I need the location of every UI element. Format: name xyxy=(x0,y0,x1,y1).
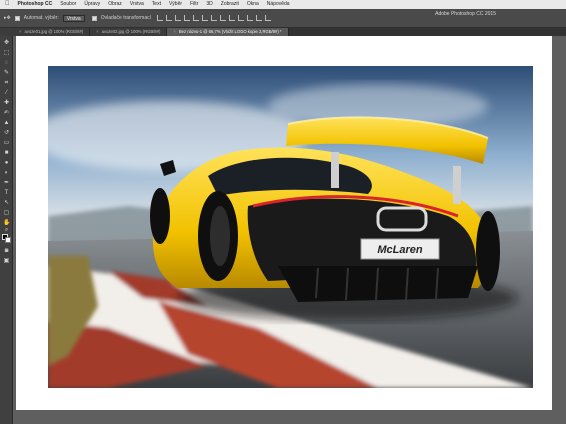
document-tab-bar: × avoze01.jpg @ 100% (RGB/8#) × avoze02.… xyxy=(13,28,566,36)
quick-select-icon[interactable]: ✎ xyxy=(3,70,10,76)
app-window-title: Adobe Photoshop CC 2015 xyxy=(435,11,496,17)
menu-item-napoveda[interactable]: Nápověda xyxy=(267,0,290,9)
tab-document-1[interactable]: × avoze01.jpg @ 100% (RGB/8#) xyxy=(13,28,91,36)
background-color-swatch[interactable] xyxy=(5,237,11,243)
crop-icon[interactable]: ⌗ xyxy=(3,80,10,86)
align-right-icon[interactable] xyxy=(202,15,209,21)
autoselect-checkbox[interactable] xyxy=(14,15,20,21)
menu-item-vrstva[interactable]: Vrstva xyxy=(130,0,144,9)
shape-icon[interactable]: ▢ xyxy=(3,210,10,216)
tab-close-icon[interactable]: × xyxy=(19,28,21,36)
move-tool-preset-icon[interactable]: ▸✥ xyxy=(4,15,11,21)
screen-mode-icon[interactable]: ▣ xyxy=(3,258,10,264)
lasso-icon[interactable]: ◌ xyxy=(3,60,10,66)
tab-close-icon[interactable]: × xyxy=(96,28,98,36)
dodge-icon[interactable]: ◐ xyxy=(3,170,10,176)
align-buttons xyxy=(157,15,272,21)
tab-close-icon[interactable]: × xyxy=(173,28,175,36)
history-brush-icon[interactable]: ↺ xyxy=(3,130,10,136)
pen-icon[interactable]: ✒ xyxy=(3,180,10,186)
tab-label: avoze02.jpg @ 100% (RGB/8#) xyxy=(101,29,161,34)
menu-item-soubor[interactable]: Soubor xyxy=(60,0,76,9)
document-canvas[interactable]: McLaren xyxy=(16,36,552,410)
menu-item-zobrazit[interactable]: Zobrazit xyxy=(221,0,239,9)
align-middle-icon[interactable] xyxy=(166,15,173,21)
tab-document-2[interactable]: × avoze02.jpg @ 100% (RGB/8#) xyxy=(90,28,168,36)
autoselect-label: Automat. výběr: xyxy=(23,15,59,21)
distribute-left-icon[interactable] xyxy=(238,15,245,21)
brush-icon[interactable]: ✍ xyxy=(3,110,10,116)
menu-item-upravy[interactable]: Úpravy xyxy=(84,0,100,9)
healing-icon[interactable]: ✚ xyxy=(3,100,10,106)
menu-bar:  Photoshop CC Soubor Úpravy Obraz Vrstv… xyxy=(0,0,566,9)
tab-document-3[interactable]: × Bez názvu-1 @ 66,7% (Vložit LOGO kopie… xyxy=(167,28,289,36)
distribute-middle-icon[interactable] xyxy=(220,15,227,21)
path-select-icon[interactable]: ↖ xyxy=(3,200,10,206)
distribute-center-icon[interactable] xyxy=(247,15,254,21)
car-photo-layer[interactable]: McLaren xyxy=(48,66,533,388)
type-icon[interactable]: T xyxy=(3,190,10,196)
auto-align-icon[interactable] xyxy=(265,15,272,21)
align-top-icon[interactable] xyxy=(157,15,164,21)
marquee-icon[interactable]: ⬚ xyxy=(3,50,10,56)
distribute-bottom-icon[interactable] xyxy=(229,15,236,21)
align-center-icon[interactable] xyxy=(193,15,200,21)
distribute-right-icon[interactable] xyxy=(256,15,263,21)
quick-mask-icon[interactable]: ◙ xyxy=(3,248,10,254)
menu-item-filtr[interactable]: Filtr xyxy=(190,0,198,9)
menu-item-obraz[interactable]: Obraz xyxy=(108,0,122,9)
align-left-icon[interactable] xyxy=(184,15,191,21)
distribute-top-icon[interactable] xyxy=(211,15,218,21)
menu-item-3d[interactable]: 3D xyxy=(206,0,212,9)
mclaren-p1-photo: McLaren xyxy=(48,66,533,388)
stamp-icon[interactable]: ▲ xyxy=(3,120,10,126)
blur-icon[interactable]: ● xyxy=(3,160,10,166)
hand-icon[interactable]: ✋ xyxy=(3,220,10,226)
tools-panel: ✥ ⬚ ◌ ✎ ⌗ ⁄ ✚ ✍ ▲ ↺ ▭ ■ ● ◐ ✒ T ↖ ▢ ✋ ⌕ … xyxy=(0,36,13,424)
menu-item-vyber[interactable]: Výběr xyxy=(169,0,182,9)
move-icon[interactable]: ✥ xyxy=(3,40,10,46)
autoselect-dropdown[interactable]: Vrstva xyxy=(62,14,85,22)
menu-app-name[interactable]: Photoshop CC xyxy=(18,0,53,9)
transform-controls-checkbox[interactable] xyxy=(91,15,97,21)
apple-icon[interactable]:  xyxy=(5,0,10,9)
canvas-workspace[interactable]: McLaren xyxy=(13,36,566,424)
menu-item-okna[interactable]: Okna xyxy=(247,0,259,9)
zoom-icon[interactable]: ⌕ xyxy=(3,227,10,233)
tab-label: Bez názvu-1 @ 66,7% (Vložit LOGO kopie 2… xyxy=(178,29,282,34)
eyedropper-icon[interactable]: ⁄ xyxy=(3,90,10,96)
gradient-icon[interactable]: ■ xyxy=(3,150,10,156)
mclaren-badge: McLaren xyxy=(377,244,423,256)
eraser-icon[interactable]: ▭ xyxy=(3,140,10,146)
menu-item-text[interactable]: Text xyxy=(152,0,161,9)
align-bottom-icon[interactable] xyxy=(175,15,182,21)
transform-controls-label: Ovladače transformací xyxy=(100,15,152,21)
tab-label: avoze01.jpg @ 100% (RGB/8#) xyxy=(24,29,84,34)
